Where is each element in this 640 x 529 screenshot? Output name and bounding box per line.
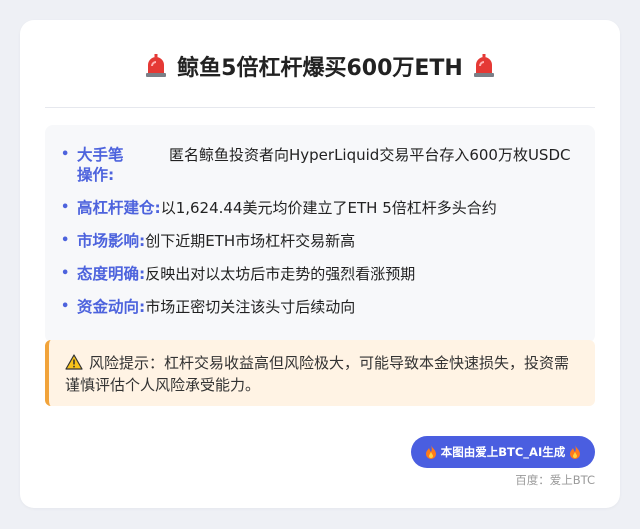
bullet: • <box>61 147 70 162</box>
item-text: 市场正密切关注该头寸后续动向 <box>145 298 356 316</box>
item-label: 大手笔操作: <box>77 146 124 184</box>
bullet: • <box>61 299 70 314</box>
content-card: 鲸鱼5倍杠杆爆买600万ETH • 大手笔操作: 匿名鲸鱼投资者向HyperLi… <box>20 20 620 508</box>
risk-text: 风险提示：杠杆交易收益高但风险极大，可能导致本金快速损失，投资需谨慎评估个人风险… <box>65 354 570 394</box>
list-item: • 市场影响: 创下近期ETH市场杠杆交易新高 <box>61 231 579 251</box>
risk-alert: 风险提示：杠杆交易收益高但风险极大，可能导致本金快速损失，投资需谨慎评估个人风险… <box>45 340 595 406</box>
item-text: 匿名鲸鱼投资者向HyperLiquid交易平台存入600万枚USDC <box>169 146 571 164</box>
list-item: • 高杠杆建仓: 以1,624.44美元均价建立了ETH 5倍杠杆多头合约 <box>61 198 579 218</box>
source-credit: 百度：爱上BTC <box>515 473 595 487</box>
bullet: • <box>61 200 70 215</box>
item-label: 态度明确: <box>77 265 146 283</box>
siren-icon <box>473 54 494 77</box>
warning-icon <box>65 354 83 370</box>
item-label: 资金动向: <box>77 298 146 316</box>
item-label: 高杠杆建仓: <box>77 199 161 217</box>
list-item: • 资金动向: 市场正密切关注该头寸后续动向 <box>61 297 579 317</box>
item-text: 反映出对以太坊后市走势的强烈看涨预期 <box>145 265 416 283</box>
bullet: • <box>61 266 70 281</box>
list-item: • 大手笔操作: 匿名鲸鱼投资者向HyperLiquid交易平台存入600万枚U… <box>61 145 579 185</box>
ai-generated-badge: 本图由爱上BTC_AI生成 <box>411 436 595 468</box>
title-divider <box>45 107 595 108</box>
highlights-box: • 大手笔操作: 匿名鲸鱼投资者向HyperLiquid交易平台存入600万枚U… <box>45 125 595 343</box>
fire-icon <box>425 445 436 459</box>
item-label: 市场影响: <box>77 232 146 250</box>
page-title: 鲸鱼5倍杠杆爆买600万ETH <box>20 50 620 82</box>
item-text: 创下近期ETH市场杠杆交易新高 <box>145 232 356 250</box>
badge-text: 本图由爱上BTC_AI生成 <box>440 445 566 459</box>
fire-icon <box>570 445 581 459</box>
title-text: 鲸鱼5倍杠杆爆买600万ETH <box>177 56 463 81</box>
siren-icon <box>146 54 167 77</box>
bullet: • <box>61 233 70 248</box>
item-text: 以1,624.44美元均价建立了ETH 5倍杠杆多头合约 <box>160 199 497 217</box>
list-item: • 态度明确: 反映出对以太坊后市走势的强烈看涨预期 <box>61 264 579 284</box>
